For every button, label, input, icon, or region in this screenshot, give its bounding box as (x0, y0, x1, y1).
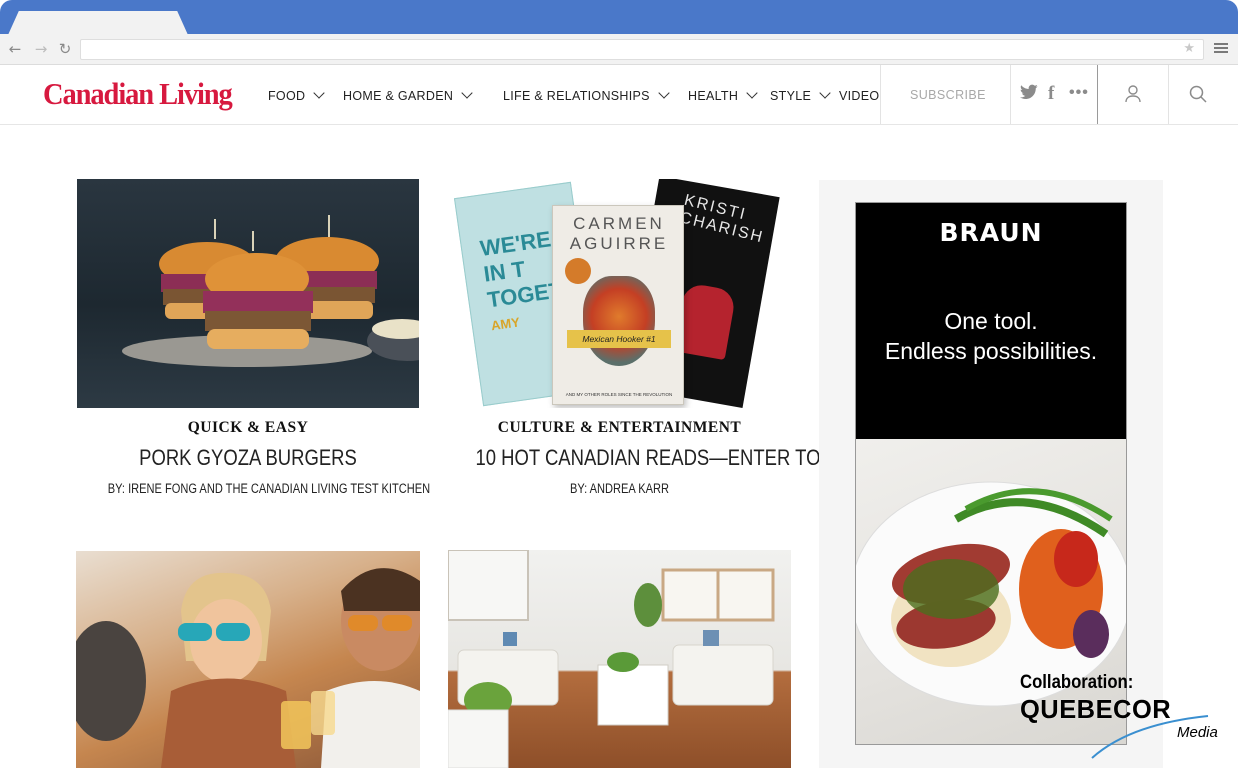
nav-life-relationships-label: LIFE & RELATIONSHIPS (503, 89, 650, 103)
nav-home-garden-label: HOME & GARDEN (343, 89, 454, 103)
subscribe-link[interactable]: SUBSCRIBE (910, 88, 986, 102)
chevron-down-icon (819, 87, 831, 99)
bookmark-star-icon[interactable]: ★ (1183, 41, 1195, 56)
book-center-badge (565, 258, 591, 284)
nav-food-label: FOOD (268, 89, 306, 103)
book-center-banner: Mexican Hooker #1 (567, 330, 671, 348)
chevron-down-icon (746, 87, 758, 99)
book-center-subtitle: AND MY OTHER ROLES SINCE THE REVOLUTION (565, 392, 673, 397)
search-icon[interactable] (1189, 85, 1207, 103)
collaboration-label: Collaboration: (1020, 672, 1134, 693)
twitter-icon[interactable] (1020, 84, 1038, 100)
browser-toolbar: ← → ↻ ★ (0, 34, 1238, 65)
card-title[interactable]: 10 HOT CANADIAN READS—ENTER TO WIN! (475, 445, 866, 471)
more-dots-icon[interactable]: ••• (1069, 84, 1089, 102)
site-logo[interactable]: Canadian Living (43, 77, 233, 111)
ad-headline-1: One tool. (944, 308, 1038, 334)
ad-headline-2: Endless possibilities. (884, 338, 1098, 364)
chevron-down-icon (313, 87, 325, 99)
nav-style-label: STYLE (770, 89, 812, 103)
friends-image[interactable] (76, 551, 420, 768)
chevron-down-icon (658, 87, 670, 99)
forward-arrow-icon[interactable]: → (32, 41, 50, 57)
divider (880, 65, 881, 124)
user-icon[interactable] (1125, 85, 1141, 103)
divider (1097, 65, 1098, 124)
living-room-image[interactable] (448, 550, 791, 768)
book-center-heart (583, 276, 655, 366)
divider (1010, 65, 1011, 124)
friends-illustration (76, 568, 420, 768)
browser-titlebar (0, 0, 1238, 35)
burgers-image[interactable] (77, 179, 419, 408)
nav-video[interactable]: VIDEO (839, 88, 879, 104)
card-byline: BY: ANDREA KARR (569, 481, 670, 496)
reload-icon[interactable]: ↻ (56, 41, 74, 57)
book-center-author-last: AGUIRRE (569, 234, 669, 253)
card-title[interactable]: PORK GYOZA BURGERS (104, 445, 391, 471)
living-room-illustration (448, 550, 775, 768)
book-right-author: KRISTI CHARISH (678, 191, 766, 247)
nav-health-label: HEALTH (688, 89, 739, 103)
address-bar[interactable]: ★ (80, 39, 1204, 60)
browser-tab[interactable] (8, 11, 188, 35)
divider (1168, 65, 1169, 124)
book-center-author-first: CARMEN (573, 214, 665, 233)
nav-health[interactable]: HEALTH (688, 87, 758, 104)
card-category[interactable]: QUICK & EASY (77, 419, 419, 437)
burgers-illustration (122, 215, 419, 367)
nav-style[interactable]: STYLE (770, 87, 831, 104)
braun-ad[interactable]: BRAUN One tool. Endless possibilities. (855, 202, 1127, 745)
ad-header: BRAUN One tool. Endless possibilities. (856, 203, 1126, 439)
facebook-icon[interactable]: f (1048, 83, 1054, 105)
site-header: Canadian Living FOOD HOME & GARDEN LIFE … (0, 65, 1238, 125)
ad-brand: BRAUN (939, 218, 1043, 247)
book-cover-center: CARMEN AGUIRRE Mexican Hooker #1 AND MY … (552, 205, 684, 405)
nav-home-garden[interactable]: HOME & GARDEN (343, 87, 473, 104)
chevron-down-icon (461, 87, 473, 99)
books-image[interactable]: WE'RE IN T TOGET AMY KRISTI CHARISH CARM… (448, 179, 791, 408)
nav-food[interactable]: FOOD (268, 87, 325, 104)
nav-life-relationships[interactable]: LIFE & RELATIONSHIPS (503, 87, 670, 104)
browser-menu-icon[interactable] (1214, 41, 1228, 57)
media-label: Media (1177, 724, 1218, 741)
card-category[interactable]: CULTURE & ENTERTAINMENT (448, 419, 791, 437)
back-arrow-icon[interactable]: ← (6, 41, 24, 57)
card-byline: BY: IRENE FONG AND THE CANADIAN LIVING T… (107, 481, 431, 496)
